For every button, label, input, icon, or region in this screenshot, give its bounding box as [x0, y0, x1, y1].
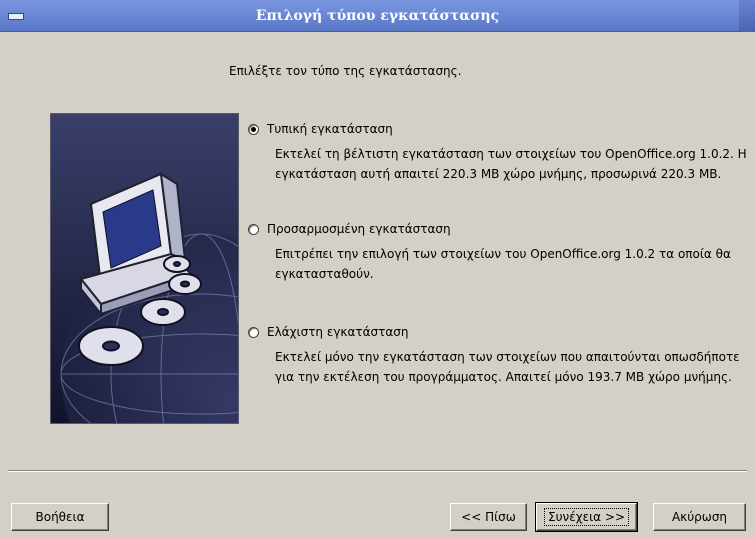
option-custom[interactable]: Προσαρμοσμένη εγκατάσταση Επιτρέπει την …	[248, 222, 755, 284]
title-bar-edge	[739, 0, 755, 32]
instruction-text: Επιλέξτε τον τύπο της εγκατάστασης.	[229, 64, 462, 78]
next-button[interactable]: Συνέχεια >>	[535, 502, 638, 532]
help-button-label: Βοήθεια	[35, 510, 85, 524]
option-typical-label[interactable]: Τυπική εγκατάσταση	[267, 122, 393, 136]
option-custom-description: Επιτρέπει την επιλογή των στοιχείων του …	[275, 247, 731, 281]
radio-custom[interactable]	[248, 223, 259, 235]
option-custom-label[interactable]: Προσαρμοσμένη εγκατάσταση	[267, 222, 451, 236]
option-typical[interactable]: Τυπική εγκατάσταση Εκτελεί τη βέλτιστη ε…	[248, 122, 755, 184]
back-button-label: << Πίσω	[461, 510, 516, 524]
option-minimal-label[interactable]: Ελάχιστη εγκατάσταση	[267, 325, 409, 339]
window-title: Επιλογή τύπου εγκατάστασης	[255, 8, 500, 24]
installer-illustration	[50, 113, 239, 424]
cancel-button[interactable]: Ακύρωση	[653, 503, 746, 531]
back-button[interactable]: << Πίσω	[450, 503, 527, 531]
help-button[interactable]: Βοήθεια	[11, 503, 109, 531]
title-bar[interactable]: Επιλογή τύπου εγκατάστασης	[0, 0, 755, 32]
radio-minimal[interactable]	[248, 326, 259, 338]
cancel-button-label: Ακύρωση	[671, 510, 728, 524]
option-typical-description: Εκτελεί τη βέλτιστη εγκατάσταση των στοι…	[275, 147, 747, 181]
option-minimal-description: Εκτελεί μόνο την εγκατάσταση των στοιχεί…	[275, 350, 740, 384]
option-minimal[interactable]: Ελάχιστη εγκατάσταση Εκτελεί μόνο την εγ…	[248, 325, 755, 387]
next-button-label: Συνέχεια >>	[543, 508, 630, 526]
radio-typical[interactable]	[248, 123, 259, 135]
button-separator	[8, 470, 747, 472]
computer-discs-icon	[51, 114, 238, 423]
